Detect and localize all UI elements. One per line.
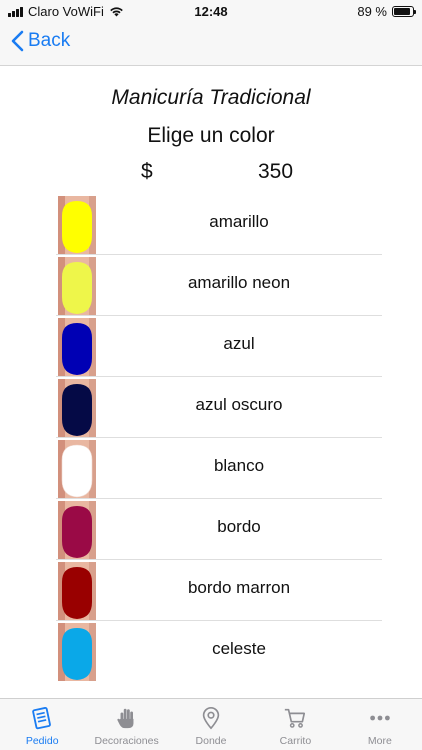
nail-swatch-icon (58, 196, 96, 254)
order-list-icon (28, 705, 56, 731)
color-row[interactable]: azul (0, 316, 422, 377)
nail-swatch-icon (58, 257, 96, 315)
hand-icon (113, 705, 141, 731)
tab-carrito[interactable]: Carrito (253, 699, 337, 750)
status-right: 89 % (357, 4, 416, 19)
price-value: 350 (258, 160, 294, 183)
back-button[interactable]: Back (10, 30, 70, 52)
color-name: azul (223, 334, 255, 353)
cart-icon (281, 705, 309, 731)
color-name: blanco (213, 456, 265, 475)
color-row[interactable]: amarillo neon (0, 255, 422, 316)
nail-swatch-icon (58, 562, 96, 620)
nail-swatch-icon (58, 379, 96, 437)
tab-label: Carrito (279, 735, 312, 747)
color-name: amarillo neon (187, 273, 291, 292)
price-currency: $ (141, 160, 153, 183)
status-bar: Claro VoWiFi 12:48 89 % (0, 0, 422, 22)
tab-label: More (367, 735, 392, 747)
battery-percent: 89 % (357, 4, 387, 19)
color-row[interactable]: bordo marron (0, 560, 422, 621)
nav-bar: Back (0, 22, 422, 66)
tab-label: Decoraciones (94, 735, 159, 747)
tab-pedido[interactable]: Pedido (0, 699, 84, 750)
color-name: bordo marron (187, 578, 291, 597)
color-name: azul oscuro (195, 395, 283, 414)
color-name: celeste (212, 639, 266, 658)
color-row[interactable]: amarillo (0, 194, 422, 255)
nail-swatch-icon (58, 501, 96, 559)
battery-fill (394, 8, 411, 15)
back-label: Back (28, 30, 71, 51)
choose-color-heading: Elige un color (147, 124, 275, 147)
nail-swatch-icon (58, 318, 96, 376)
product-title: Manicuría Tradicional (111, 86, 311, 109)
nail-swatch-icon (58, 440, 96, 498)
color-row[interactable]: azul oscuro (0, 377, 422, 438)
tab-label: Donde (195, 735, 227, 747)
tab-bar: Pedido Decoraciones Donde Carrito More (0, 698, 422, 750)
more-dots-icon (366, 705, 394, 731)
chevron-left-icon (11, 30, 24, 52)
tab-decoraciones[interactable]: Decoraciones (84, 699, 168, 750)
color-row[interactable]: bordo (0, 499, 422, 560)
location-pin-icon (197, 705, 225, 731)
nail-swatch-icon (58, 623, 96, 681)
color-list: amarillo amarillo neon azul azul oscuro blan… (0, 194, 422, 682)
tab-donde[interactable]: Donde (169, 699, 253, 750)
color-row[interactable]: celeste (0, 621, 422, 682)
battery-icon (392, 6, 416, 17)
price-row: $ 350 (0, 158, 422, 184)
color-row[interactable]: blanco (0, 438, 422, 499)
color-name: amarillo (209, 212, 269, 231)
tab-more[interactable]: More (338, 699, 422, 750)
color-name: bordo (217, 517, 261, 536)
tab-label: Pedido (25, 735, 59, 747)
